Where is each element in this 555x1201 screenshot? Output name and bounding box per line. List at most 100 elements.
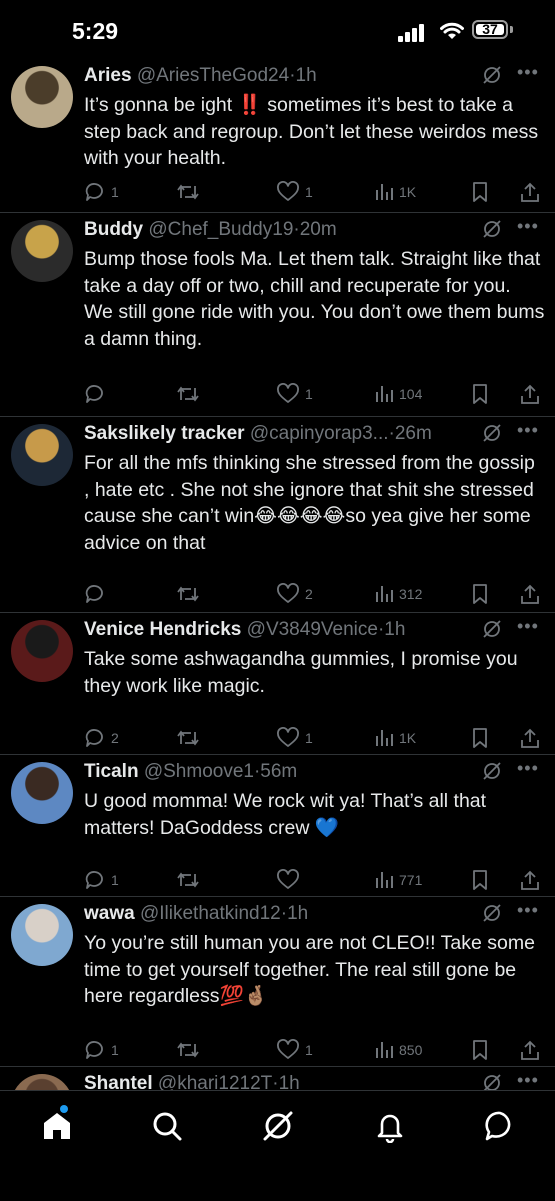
display-name[interactable]: Sakslikely tracker [84,423,245,444]
share-button[interactable] [520,868,540,892]
avatar[interactable] [11,66,73,128]
display-name[interactable]: Aries [84,65,132,86]
bookmark-button[interactable] [471,868,489,892]
bookmark-icon [471,1039,489,1061]
wifi-icon [440,22,464,39]
bookmark-icon [471,181,489,203]
more-options-icon[interactable]: ••• [517,217,539,235]
repost-icon [176,583,200,605]
like-button[interactable]: 1 [276,1038,313,1062]
repost-button[interactable] [176,180,205,204]
more-options-icon[interactable]: ••• [517,421,539,439]
display-name[interactable]: Buddy [84,219,143,240]
action-bar: 2 1 1K [84,726,541,750]
bottom-tab-bar [0,1090,555,1201]
repost-button[interactable] [176,582,205,606]
display-name[interactable]: wawa [84,903,135,924]
views-icon [374,584,394,604]
display-name[interactable]: Venice Hendricks [84,619,241,640]
home-icon[interactable] [40,1109,74,1143]
display-name[interactable]: Shantel [84,1073,153,1090]
reply-tweet[interactable]: Ticaln @Shmoove1·56m U good momma! We roc… [0,754,555,897]
reply-tweet[interactable]: Shantel @khari1212T·1h ••• [0,1066,555,1090]
grok-icon[interactable] [481,618,503,640]
views-button[interactable]: 1K [374,180,416,204]
post-time: 1h [384,619,406,640]
like-button[interactable]: 1 [276,382,313,406]
reply-button[interactable]: 1 [84,1038,119,1062]
avatar[interactable] [11,220,73,282]
grok-icon[interactable] [261,1109,295,1143]
repost-button[interactable] [176,868,205,892]
share-button[interactable] [520,582,540,606]
views-icon [374,384,394,404]
like-button[interactable]: 2 [276,582,313,606]
views-button[interactable]: 850 [374,1038,422,1062]
views-button[interactable]: 104 [374,382,422,406]
grok-icon[interactable] [481,218,503,240]
grok-icon[interactable] [481,64,503,86]
reply-button[interactable]: 1 [84,868,119,892]
notifications-bell-icon[interactable] [373,1109,407,1143]
reply-tweet[interactable]: Sakslikely tracker @capinyorap3...·26m Fo… [0,416,555,613]
search-icon[interactable] [150,1109,184,1143]
more-options-icon[interactable]: ••• [517,617,539,635]
like-count: 1 [305,1042,313,1058]
reply-button[interactable]: 1 [84,180,119,204]
notification-dot [60,1105,68,1113]
views-button[interactable]: 771 [374,868,422,892]
grok-icon[interactable] [481,1072,503,1090]
share-button[interactable] [520,382,540,406]
avatar[interactable] [11,904,73,966]
bookmark-button[interactable] [471,180,489,204]
user-handle: @khari1212T [157,1073,273,1090]
bookmark-button[interactable] [471,582,489,606]
share-button[interactable] [520,726,540,750]
more-options-icon[interactable]: ••• [517,1071,539,1089]
reply-tweet[interactable]: Buddy @Chef_Buddy19·20m Bump those fools … [0,212,555,417]
share-button[interactable] [520,180,540,204]
bookmark-icon [471,727,489,749]
grok-icon[interactable] [481,422,503,444]
bookmark-button[interactable] [471,726,489,750]
bookmark-button[interactable] [471,382,489,406]
share-icon [520,181,540,203]
grok-icon[interactable] [481,902,503,924]
repost-button[interactable] [176,1038,205,1062]
like-button[interactable]: 1 [276,726,313,750]
bookmark-button[interactable] [471,1038,489,1062]
views-button[interactable]: 312 [374,582,422,606]
reply-button[interactable]: 2 [84,726,119,750]
post-time: 1h [295,65,317,86]
views-button[interactable]: 1K [374,726,416,750]
grok-icon[interactable] [481,760,503,782]
avatar[interactable] [11,620,73,682]
reply-button[interactable] [84,382,111,406]
like-button[interactable] [276,868,305,892]
repost-button[interactable] [176,726,205,750]
user-handle: @AriesTheGod24 [136,65,290,86]
display-name[interactable]: Ticaln [84,761,139,782]
battery-icon: 37 [472,20,508,39]
avatar[interactable] [11,762,73,824]
share-button[interactable] [520,1038,540,1062]
avatar[interactable] [11,424,73,486]
heart-icon [276,583,300,605]
more-options-icon[interactable]: ••• [517,759,539,777]
reply-tweet[interactable]: Aries @AriesTheGod24·1h It’s gonna be igh… [0,58,555,213]
avatar[interactable] [11,1074,73,1090]
like-button[interactable]: 1 [276,180,313,204]
messages-icon[interactable] [483,1109,517,1143]
user-handle: @Chef_Buddy19 [148,219,294,240]
reply-button[interactable] [84,582,111,606]
repost-button[interactable] [176,382,205,406]
heart-icon [276,181,300,203]
action-bar: 1 771 [84,868,541,892]
reply-icon [84,869,106,891]
user-handle: @V3849Venice [246,619,378,640]
reply-feed[interactable]: Aries @AriesTheGod24·1h It’s gonna be igh… [0,58,555,1090]
reply-tweet[interactable]: Venice Hendricks @V3849Venice·1h Take som… [0,612,555,755]
more-options-icon[interactable]: ••• [517,63,539,81]
reply-tweet[interactable]: wawa @Ilikethatkind12·1h Yo you’re still … [0,896,555,1067]
more-options-icon[interactable]: ••• [517,901,539,919]
